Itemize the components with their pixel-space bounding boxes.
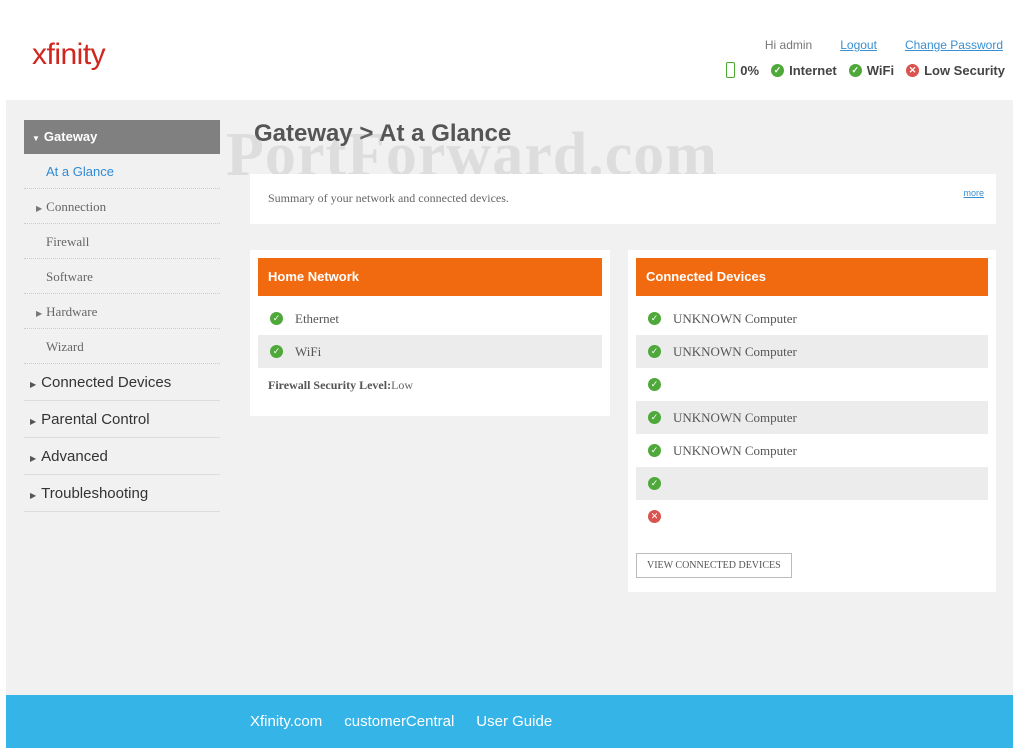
sidebar-item-parental-control[interactable]: ▶ Parental Control [24, 401, 220, 438]
error-icon: ✕ [648, 510, 661, 523]
device-row: ✕ [636, 500, 988, 533]
check-icon: ✓ [848, 63, 862, 77]
sidebar-item-label: Gateway [43, 129, 98, 144]
list-item: ✓ Ethernet [258, 302, 602, 335]
home-network-card: Home Network ✓ Ethernet ✓ WiFi Firewall … [250, 250, 610, 416]
check-icon: ✓ [648, 477, 661, 490]
sidebar-item-advanced[interactable]: ▶ Advanced [24, 438, 220, 475]
summary-box: Summary of your network and connected de… [250, 174, 996, 224]
security-status: ✕ Low Security [906, 63, 1005, 78]
device-row: ✓ UNKNOWN Computer [636, 401, 988, 434]
check-icon: ✓ [270, 345, 283, 358]
device-row: ✓ [636, 368, 988, 401]
firewall-security-level: Firewall Security Level: Low [268, 377, 414, 392]
sidebar-item-connection[interactable]: ▶ Connection [24, 189, 220, 224]
chevron-right-icon: ▶ [36, 204, 43, 213]
error-icon: ✕ [906, 63, 920, 77]
sidebar-item-software[interactable]: Software [24, 259, 220, 294]
sidebar-item-troubleshooting[interactable]: ▶ Troubleshooting [24, 475, 220, 512]
check-icon: ✓ [648, 312, 661, 325]
logout-link[interactable]: Logout [840, 38, 877, 52]
change-password-link[interactable]: Change Password [905, 38, 1003, 52]
check-icon: ✓ [648, 411, 661, 424]
sidebar-item-wizard[interactable]: Wizard [24, 329, 220, 364]
sidebar-item-hardware[interactable]: ▶ Hardware [24, 294, 220, 329]
device-row: ✓ UNKNOWN Computer [636, 335, 988, 368]
security-label: Low Security [924, 62, 1005, 78]
chevron-right-icon: ▶ [30, 417, 37, 426]
battery-level: 0% [740, 62, 760, 78]
footer: Xfinity.com customerCentral User Guide [6, 695, 1013, 748]
wifi-label: WiFi [866, 62, 895, 78]
wifi-status: ✓ WiFi [848, 62, 895, 78]
device-row: ✓ [636, 467, 988, 500]
check-icon: ✓ [648, 345, 661, 358]
sidebar-item-firewall[interactable]: Firewall [24, 224, 220, 259]
check-icon: ✓ [648, 378, 661, 391]
internet-label: Internet [789, 62, 837, 78]
sidebar-item-gateway[interactable]: ▼ Gateway [24, 120, 220, 154]
account-links: Hi admin Logout Change Password [765, 38, 1003, 52]
header: xfinity Hi admin Logout Change Password … [0, 0, 1013, 100]
sidebar-nav: ▼ Gateway At a Glance ▶ Connection Firewal… [24, 120, 220, 512]
main-area: ▼ Gateway At a Glance ▶ Connection Firewal… [6, 100, 1013, 695]
footer-link-xfinity[interactable]: Xfinity.com [250, 713, 322, 730]
chevron-down-icon: ▼ [32, 134, 40, 143]
device-row: ✓ UNKNOWN Computer [636, 434, 988, 467]
sidebar-item-connected-devices[interactable]: ▶ Connected Devices [24, 364, 220, 401]
list-item: ✓ WiFi [258, 335, 602, 368]
chevron-right-icon: ▶ [30, 454, 37, 463]
summary-text: Summary of your network and connected de… [268, 191, 509, 205]
battery-status: 0% [726, 62, 759, 78]
battery-icon [726, 62, 736, 78]
xfinity-logo: xfinity [32, 38, 106, 71]
more-link[interactable]: more [963, 188, 984, 198]
connected-devices-card: Connected Devices ✓ UNKNOWN Computer ✓ UNK… [628, 250, 996, 592]
footer-links: Xfinity.com customerCentral User Guide [250, 713, 552, 730]
check-icon: ✓ [771, 63, 785, 77]
connected-devices-title: Connected Devices [636, 258, 988, 296]
footer-link-user-guide[interactable]: User Guide [476, 713, 552, 730]
page-title: Gateway > At a Glance [254, 120, 512, 147]
check-icon: ✓ [648, 444, 661, 457]
home-network-title: Home Network [258, 258, 602, 296]
sidebar-item-at-a-glance[interactable]: At a Glance [24, 154, 220, 189]
footer-link-customer-central[interactable]: customerCentral [344, 713, 454, 730]
chevron-right-icon: ▶ [30, 380, 37, 389]
status-bar: 0% ✓ Internet ✓ WiFi ✕ Low Security [726, 62, 1005, 78]
internet-status: ✓ Internet [771, 63, 837, 78]
greeting: Hi admin [764, 38, 813, 52]
chevron-right-icon: ▶ [36, 309, 43, 318]
chevron-right-icon: ▶ [30, 491, 37, 500]
view-connected-devices-button[interactable]: VIEW CONNECTED DEVICES [636, 553, 792, 578]
check-icon: ✓ [270, 312, 283, 325]
device-row: ✓ UNKNOWN Computer [636, 302, 988, 335]
